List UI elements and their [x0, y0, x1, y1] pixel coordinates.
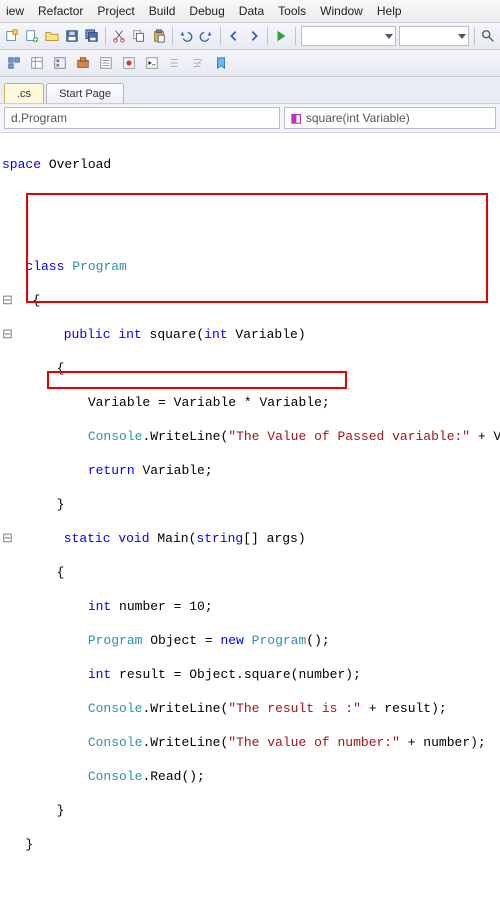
redo-icon[interactable] — [198, 26, 215, 46]
nav-member-combo[interactable]: ◧ square(int Variable) — [284, 107, 496, 129]
solution-explorer-icon[interactable] — [50, 53, 70, 73]
output-icon[interactable] — [142, 53, 162, 73]
object-browser-icon[interactable] — [27, 53, 47, 73]
menu-project[interactable]: Project — [97, 4, 134, 18]
nav-bar: d.Program ◧ square(int Variable) — [0, 104, 500, 133]
highlight-box-1 — [26, 193, 488, 303]
separator — [267, 27, 268, 45]
separator — [105, 27, 106, 45]
platform-combo[interactable] — [399, 26, 469, 46]
nav-type-text: d.Program — [11, 111, 67, 125]
tab-startpage[interactable]: Start Page — [46, 83, 124, 103]
toolbar-1 — [0, 23, 500, 50]
properties-icon[interactable] — [96, 53, 116, 73]
find-icon[interactable] — [479, 26, 496, 46]
nav-fwd-icon[interactable] — [245, 26, 262, 46]
start-debug-icon[interactable] — [273, 26, 290, 46]
menu-view[interactable]: iew — [6, 4, 24, 18]
document-tabs: .cs Start Page — [0, 77, 500, 104]
bookmark-icon[interactable] — [211, 53, 231, 73]
method-icon: ◧ — [291, 111, 302, 125]
nav-back-icon[interactable] — [225, 26, 242, 46]
comment-icon[interactable] — [165, 53, 185, 73]
separator — [295, 27, 296, 45]
class-view-icon[interactable] — [4, 53, 24, 73]
open-icon[interactable] — [44, 26, 61, 46]
nav-member-text: square(int Variable) — [306, 111, 410, 125]
separator — [474, 27, 475, 45]
menu-debug[interactable]: Debug — [189, 4, 224, 18]
toolbox-icon[interactable] — [73, 53, 93, 73]
add-item-icon[interactable] — [24, 26, 41, 46]
menu-help[interactable]: Help — [377, 4, 402, 18]
separator — [220, 27, 221, 45]
copy-icon[interactable] — [131, 26, 148, 46]
save-all-icon[interactable] — [83, 26, 100, 46]
toolbar-2 — [0, 50, 500, 77]
paste-icon[interactable] — [150, 26, 167, 46]
menu-tools[interactable]: Tools — [278, 4, 306, 18]
uncomment-icon[interactable] — [188, 53, 208, 73]
menu-window[interactable]: Window — [320, 4, 363, 18]
menu-build[interactable]: Build — [149, 4, 176, 18]
menu-refactor[interactable]: Refactor — [38, 4, 83, 18]
menu-data[interactable]: Data — [239, 4, 264, 18]
menu-bar: iew Refactor Project Build Debug Data To… — [0, 0, 500, 23]
code-editor[interactable]: space Overload class Program ⊟ { ⊟ publi… — [0, 133, 500, 904]
tab-cs[interactable]: .cs — [4, 83, 44, 103]
config-combo[interactable] — [301, 26, 396, 46]
cut-icon[interactable] — [111, 26, 128, 46]
separator — [172, 27, 173, 45]
error-list-icon[interactable] — [119, 53, 139, 73]
save-icon[interactable] — [63, 26, 80, 46]
new-project-icon[interactable] — [4, 26, 21, 46]
nav-type-combo[interactable]: d.Program — [4, 107, 280, 129]
undo-icon[interactable] — [178, 26, 195, 46]
